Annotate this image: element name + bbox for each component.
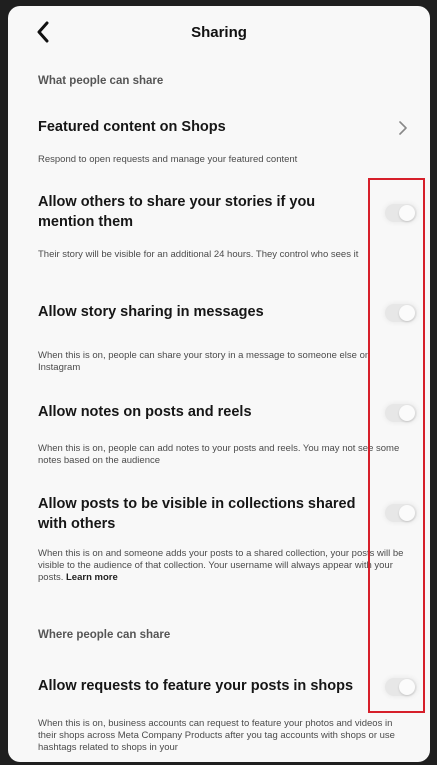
header: Sharing xyxy=(8,6,430,58)
setting-description-share-stories: Their story will be visible for an addit… xyxy=(38,249,359,260)
page-title: Sharing xyxy=(191,24,247,41)
setting-title-shop-requests: Allow requests to feature your posts in … xyxy=(38,678,354,694)
section-header-what-people-can-share: What people can share xyxy=(38,75,164,87)
featured-content-title: Featured content on Shops xyxy=(38,119,226,135)
setting-title-notes: Allow notes on posts and reels xyxy=(38,404,252,420)
chevron-right-icon xyxy=(399,121,407,135)
setting-title-story-sharing-messages: Allow story sharing in messages xyxy=(38,304,264,320)
setting-description-notes: When this is on, people can add notes to… xyxy=(38,443,400,466)
section-header-where-people-can-share: Where people can share xyxy=(38,629,171,641)
setting-description-story-sharing-messages: When this is on, people can share your s… xyxy=(38,350,371,373)
learn-more-link[interactable]: Learn more xyxy=(66,572,118,583)
setting-title-share-stories: Allow others to share your stories if yo… xyxy=(38,194,316,230)
setting-description-collections: When this is on and someone adds your po… xyxy=(38,548,410,584)
sharing-settings-screen: Sharing What people can share Featured c… xyxy=(8,6,430,762)
featured-content-description: Respond to open requests and manage your… xyxy=(38,154,298,165)
setting-description-shop-requests: When this is on, business accounts can r… xyxy=(38,718,395,753)
toggle-column-highlight xyxy=(368,178,425,713)
setting-title-collections: Allow posts to be visible in collections… xyxy=(38,496,356,532)
